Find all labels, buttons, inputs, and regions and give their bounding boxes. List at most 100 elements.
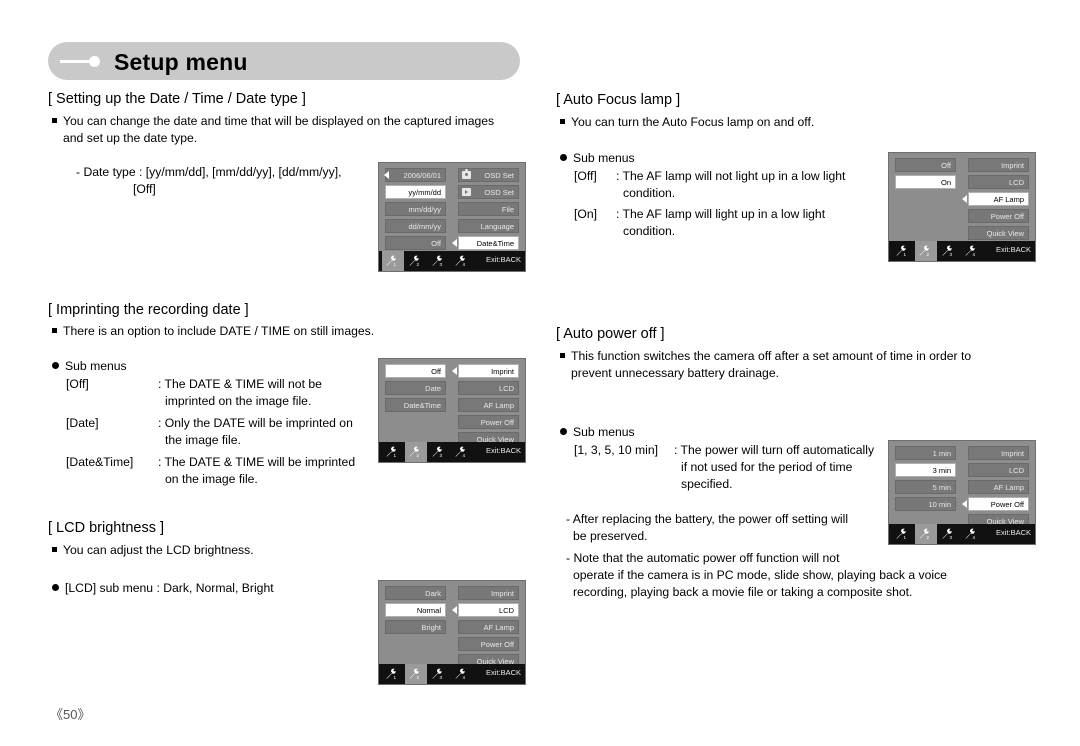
- imprint-submenu-row-off: [Off] : The DATE & TIME will not be impr…: [66, 376, 376, 410]
- wrench-icon: 2: [919, 528, 929, 540]
- lcd-tab-3[interactable]: 3: [938, 241, 960, 261]
- wrench-icon: 3: [942, 245, 952, 257]
- page-title: Setup menu: [114, 49, 248, 75]
- lcd-right-column: Imprint LCD AF Lamp Power Off Quick View: [968, 158, 1029, 243]
- lcd-tab-4[interactable]: 4: [961, 524, 983, 544]
- lcd-right-option[interactable]: Imprint: [458, 364, 519, 378]
- imprint-off-line2: imprinted on the image file.: [165, 394, 312, 408]
- section-title-af-lamp: [ Auto Focus lamp ]: [556, 92, 681, 108]
- lcd-tab-3[interactable]: 3: [938, 524, 960, 544]
- lcd-right-option[interactable]: Imprint: [458, 586, 519, 600]
- lcd-left-option[interactable]: Bright: [385, 620, 446, 634]
- lcd-left-option[interactable]: On: [895, 175, 956, 189]
- svg-text:1: 1: [393, 262, 396, 267]
- lcd-right-option[interactable]: OSD Set: [458, 185, 519, 199]
- lcd-right-option[interactable]: Date&Time: [458, 236, 519, 250]
- lcd-right-option[interactable]: Imprint: [968, 446, 1029, 460]
- lcd-tab-4[interactable]: 4: [451, 442, 473, 462]
- lcd-left-option[interactable]: 2006/06/01: [385, 168, 446, 182]
- lcd-left-option[interactable]: 5 min: [895, 480, 956, 494]
- lcd-tab-2[interactable]: 2: [405, 442, 427, 462]
- lcd-right-option[interactable]: AF Lamp: [458, 398, 519, 412]
- lcd-right-option[interactable]: Power Off: [968, 209, 1029, 223]
- auto-power-off-line1: This function switches the camera off af…: [571, 349, 972, 363]
- auto-power-off-key: [1, 3, 5, 10 min]: [574, 443, 659, 457]
- lcd-left-option[interactable]: Off: [385, 364, 446, 378]
- lcd-tab-4[interactable]: 4: [451, 251, 473, 271]
- lcd-tab-2[interactable]: 2: [915, 524, 937, 544]
- lcd-left-option[interactable]: Dark: [385, 586, 446, 600]
- af-lamp-off-line2: condition.: [623, 186, 676, 200]
- af-lamp-submenu-row-off: [Off] : The AF lamp will not light up in…: [574, 168, 884, 202]
- lcd-left-option[interactable]: 3 min: [895, 463, 956, 477]
- lcd-tab-2[interactable]: 2: [405, 664, 427, 684]
- lcd-tab-1[interactable]: 1: [382, 664, 404, 684]
- lcd-screen-date-time: 2006/06/01 yy/mm/dd mm/dd/yy dd/mm/yy Off OSD…: [378, 162, 526, 272]
- lcd-left-option[interactable]: Off: [895, 158, 956, 172]
- square-bullet-icon: [52, 118, 57, 123]
- lcd-right-option[interactable]: LCD: [968, 463, 1029, 477]
- auto-power-off-submenus-label: Sub menus: [573, 425, 635, 439]
- lcd-left-option[interactable]: Date&Time: [385, 398, 446, 412]
- lcd-menu-area: Off Date Date&Time Imprint LCD AF Lamp Power O…: [385, 364, 519, 446]
- auto-power-off-note2-line1: - Note that the automatic power off func…: [566, 551, 840, 565]
- wrench-icon: 2: [409, 668, 419, 680]
- lcd-right-option[interactable]: Power Off: [458, 415, 519, 429]
- svg-text:3: 3: [949, 535, 952, 540]
- lcd-left-option[interactable]: yy/mm/dd: [385, 185, 446, 199]
- lcd-tab-1[interactable]: 1: [382, 442, 404, 462]
- lcd-screen-af-lamp: Off On Imprint LCD AF Lamp Power Off Quick Vie…: [888, 152, 1036, 262]
- lcd-left-option[interactable]: Normal: [385, 603, 446, 617]
- lcd-tab-bar: 1 2 3 4 Exit:BACK: [379, 251, 525, 271]
- section-title-imprint: [ Imprinting the recording date ]: [48, 302, 249, 318]
- lcd-tab-2[interactable]: 2: [405, 251, 427, 271]
- lcd-left-option[interactable]: Date: [385, 381, 446, 395]
- svg-text:2: 2: [416, 262, 419, 267]
- wrench-icon: 2: [919, 245, 929, 257]
- lcd-right-option[interactable]: AF Lamp: [968, 192, 1029, 206]
- wrench-icon: 2: [409, 446, 419, 458]
- lcd-tab-1[interactable]: 1: [892, 241, 914, 261]
- lcd-right-option[interactable]: AF Lamp: [458, 620, 519, 634]
- svg-text:1: 1: [393, 675, 396, 680]
- lcd-right-option[interactable]: Power Off: [968, 497, 1029, 511]
- lcd-left-option[interactable]: Off: [385, 236, 446, 250]
- auto-power-off-note2: - Note that the automatic power off func…: [566, 550, 947, 601]
- wrench-icon: 4: [455, 668, 465, 680]
- lcd-left-option[interactable]: 10 min: [895, 497, 956, 511]
- lcd-tab-3[interactable]: 3: [428, 664, 450, 684]
- lcd-tab-3[interactable]: 3: [428, 251, 450, 271]
- lcd-right-option[interactable]: OSD Set: [458, 168, 519, 182]
- lcd-right-option[interactable]: Imprint: [968, 158, 1029, 172]
- lcd-tab-2[interactable]: 2: [915, 241, 937, 261]
- lcd-tab-3[interactable]: 3: [428, 442, 450, 462]
- lcd-tab-1[interactable]: 1: [892, 524, 914, 544]
- wrench-icon: 1: [386, 446, 396, 458]
- wrench-icon: 4: [965, 528, 975, 540]
- lcd-left-column: 2006/06/01 yy/mm/dd mm/dd/yy dd/mm/yy Off: [385, 168, 446, 253]
- lcd-exit-back-label: Exit:BACK: [485, 255, 521, 264]
- lcd-right-option[interactable]: File: [458, 202, 519, 216]
- lcd-right-option[interactable]: LCD: [458, 603, 519, 617]
- lcd-tab-1[interactable]: 1: [382, 251, 404, 271]
- lcd-right-option[interactable]: Quick View: [968, 226, 1029, 240]
- af-lamp-bullet: You can turn the Auto Focus lamp on and …: [560, 114, 920, 131]
- auto-power-off-note1: - After replacing the battery, the power…: [566, 511, 848, 545]
- svg-text:4: 4: [972, 535, 975, 540]
- lcd-tab-4[interactable]: 4: [451, 664, 473, 684]
- circle-bullet-icon: [52, 362, 59, 369]
- lcd-right-option[interactable]: LCD: [968, 175, 1029, 189]
- lcd-right-option[interactable]: Power Off: [458, 637, 519, 651]
- lcd-exit-back-label: Exit:BACK: [995, 245, 1031, 254]
- lcd-tab-4[interactable]: 4: [961, 241, 983, 261]
- lcd-left-option[interactable]: dd/mm/yy: [385, 219, 446, 233]
- lcd-left-option[interactable]: 1 min: [895, 446, 956, 460]
- lcd-right-option[interactable]: Language: [458, 219, 519, 233]
- lcd-right-option[interactable]: LCD: [458, 381, 519, 395]
- lcd-right-option[interactable]: AF Lamp: [968, 480, 1029, 494]
- lcd-left-option[interactable]: mm/dd/yy: [385, 202, 446, 216]
- lcd-left-column: Off Date Date&Time: [385, 364, 446, 415]
- af-lamp-key-on: [On]: [574, 207, 598, 221]
- auto-power-off-submenu-row: [1, 3, 5, 10 min] : The power will turn …: [574, 442, 904, 493]
- lcd-cursor-arrow-left: [384, 171, 389, 179]
